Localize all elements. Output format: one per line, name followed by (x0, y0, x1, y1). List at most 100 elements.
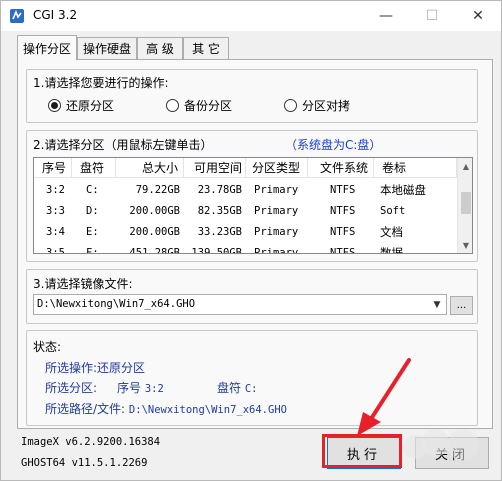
image-file-path: D:\Newxitong\Win7_x64.GHO (37, 298, 196, 310)
cell-drive: C: (86, 184, 99, 196)
status-path: 所选路径/文件: D:\Newxitong\Win7_x64.GHO (45, 400, 287, 417)
status-title: 状态: (33, 340, 62, 354)
operation-group-title: 1.请选择您要进行的操作: (33, 76, 169, 90)
status-partition-label: 所选分区: (45, 381, 98, 395)
radio-partition-copy[interactable]: 分区对拷 (284, 97, 350, 114)
cell-total-size: 79.22GB (135, 184, 180, 196)
ghost-version: GHOST64 v11.5.1.2269 (21, 457, 148, 469)
cell-free-space: 23.78GB (197, 184, 242, 196)
image-file-group-title: 3.请选择镜像文件: (33, 277, 133, 291)
column-header-index[interactable]: 序号 (34, 158, 72, 178)
cell-file-system: NTFS (330, 184, 356, 196)
status-operation-label: 所选操作: (45, 361, 98, 375)
tab-other[interactable]: 其 它 (183, 37, 229, 59)
status-operation: 所选操作:还原分区 (45, 359, 145, 376)
tab-label: 操作分区 (22, 41, 71, 56)
cell-total-size: 451.28GB (129, 247, 180, 254)
column-header-file-system[interactable]: 文件系统 (308, 158, 374, 178)
partition-group-title: 2.请选择分区（用鼠标左键单击） (33, 138, 213, 152)
cell-partition-type: Primary (254, 184, 299, 196)
system-disk-note: （系统盘为C:盘） (285, 138, 382, 152)
cell-total-size: 200.00GB (129, 226, 180, 238)
tab-label: 操作硬盘 (82, 42, 131, 56)
cell-free-space: 82.35GB (197, 205, 242, 217)
cell-drive: E: (86, 226, 99, 238)
cell-drive: F: (86, 247, 99, 254)
status-path-label: 所选路径/文件: (45, 402, 126, 416)
status-drive-label: 盘符 (217, 381, 242, 395)
cell-file-system: NTFS (330, 226, 356, 238)
cell-drive: D: (86, 205, 99, 217)
status-path-value: D:\Newxitong\Win7_x64.GHO (128, 404, 287, 416)
list-scrollbar[interactable]: ▲ ▼ (457, 158, 472, 253)
cell-index: 3:5 (46, 247, 65, 254)
browse-button[interactable]: ... (450, 296, 473, 315)
tab-operate-disk[interactable]: 操作硬盘 (77, 37, 137, 59)
operation-group: 1.请选择您要进行的操作: (26, 69, 478, 123)
column-header-free-space[interactable]: 可用空间 (184, 158, 246, 178)
chevron-down-icon[interactable]: ▼ (428, 295, 446, 314)
cell-index: 3:4 (46, 226, 65, 238)
radio-label: 还原分区 (66, 99, 115, 113)
status-drive-value: C: (244, 383, 258, 395)
partition-list-header: 序号 盘符 总大小 可用空间 分区类型 文件系统 卷标 (34, 158, 457, 178)
cell-index: 3:3 (46, 205, 65, 217)
table-row[interactable]: 3:4 E: 200.00GB 33.23GB Primary NTFS 文档 (34, 222, 457, 243)
tab-label: 其 它 (192, 42, 220, 56)
radio-restore-partition[interactable]: 还原分区 (48, 97, 114, 114)
radio-unselected-icon (284, 99, 297, 112)
column-header-volume-label[interactable]: 卷标 (374, 158, 457, 178)
radio-backup-partition[interactable]: 备份分区 (166, 97, 232, 114)
status-partition: 所选分区: (45, 379, 97, 396)
column-header-total-size[interactable]: 总大小 (116, 158, 184, 178)
close-window-button[interactable]: ✕ (455, 1, 501, 31)
minimize-button[interactable]: — (363, 1, 409, 31)
close-icon: ✕ (472, 8, 484, 24)
cell-volume-label: 本地磁盘 (380, 183, 426, 197)
table-row[interactable]: 3:2 C: 79.22GB 23.78GB Primary NTFS 本地磁盘 (34, 180, 457, 201)
scroll-down-icon[interactable]: ▼ (458, 237, 472, 253)
maximize-icon: ☐ (425, 8, 439, 24)
cell-free-space: 139.50GB (191, 247, 242, 254)
cell-file-system: NTFS (330, 205, 356, 217)
cell-volume-label: 文档 (380, 225, 403, 239)
column-header-drive[interactable]: 盘符 (72, 158, 116, 178)
cell-total-size: 200.00GB (129, 205, 180, 217)
partition-list[interactable]: 序号 盘符 总大小 可用空间 分区类型 文件系统 卷标 3:2 C: 79.22… (33, 157, 473, 254)
column-header-partition-type[interactable]: 分区类型 (246, 158, 308, 178)
cell-volume-label: Soft (380, 205, 406, 217)
imagex-version: ImageX v6.2.9200.16384 (21, 436, 161, 448)
window-title: CGI 3.2 (33, 8, 78, 22)
radio-label: 分区对拷 (302, 99, 351, 113)
cell-partition-type: Primary (254, 247, 299, 254)
scroll-thumb[interactable] (461, 192, 471, 214)
status-operation-value: 还原分区 (97, 361, 146, 375)
status-index-value: 3:2 (144, 383, 164, 395)
cell-partition-type: Primary (254, 226, 299, 238)
cell-index: 3:2 (46, 184, 65, 196)
cell-file-system: NTFS (330, 247, 356, 254)
maximize-button[interactable]: ☐ (409, 1, 455, 31)
app-window: CGI 3.2 — ☐ ✕ 操作分区 操作硬盘 高 级 其 它 1.请选择您要进… (0, 0, 502, 481)
tab-advanced[interactable]: 高 级 (137, 37, 183, 59)
status-partition-index: 序号 3:2 (117, 379, 164, 396)
execute-button-label: 执行 (346, 447, 381, 463)
scroll-up-icon[interactable]: ▲ (458, 158, 472, 174)
cell-partition-type: Primary (254, 205, 299, 217)
cell-free-space: 33.23GB (197, 226, 242, 238)
status-drive: 盘符 C: (217, 379, 258, 396)
watermark-logo (403, 429, 479, 461)
title-bar[interactable]: CGI 3.2 — ☐ ✕ (1, 1, 501, 31)
app-logo-icon (10, 9, 24, 23)
table-row[interactable]: 3:3 D: 200.00GB 82.35GB Primary NTFS Sof… (34, 201, 457, 222)
image-file-combo[interactable]: D:\Newxitong\Win7_x64.GHO ▼ (33, 294, 447, 315)
table-row[interactable]: 3:5 F: 451.28GB 139.50GB Primary NTFS 数据 (34, 243, 457, 254)
radio-selected-icon (48, 99, 61, 112)
status-index-label: 序号 (117, 381, 142, 395)
minimize-icon: — (379, 8, 393, 24)
radio-unselected-icon (166, 99, 179, 112)
cell-volume-label: 数据 (380, 246, 403, 254)
radio-label: 备份分区 (184, 99, 233, 113)
tab-label: 高 级 (146, 42, 174, 56)
tab-operate-partition[interactable]: 操作分区 (17, 35, 77, 60)
